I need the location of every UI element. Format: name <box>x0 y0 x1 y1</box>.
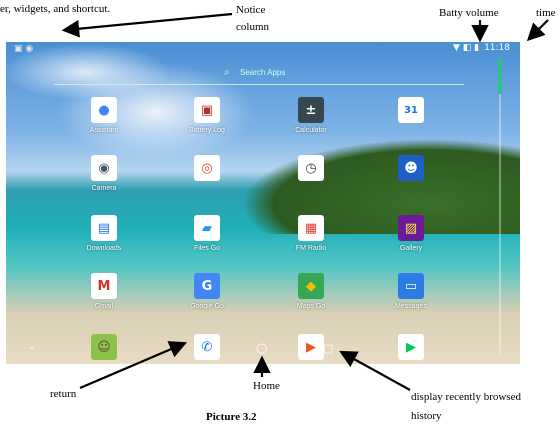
app-icon: ± <box>298 97 324 123</box>
app-icon-item[interactable]: ✆ <box>172 334 242 364</box>
app-icon-item[interactable]: ◆ Maps Go <box>276 273 346 310</box>
app-icon: ● <box>91 97 117 123</box>
app-label: Battery Log <box>189 127 225 134</box>
annotation-battery: Batty volume <box>439 7 499 19</box>
collapse-chevron-icon[interactable]: ⌄ <box>28 342 36 352</box>
annotation-time: time <box>536 7 556 19</box>
app-icon: ▤ <box>91 215 117 241</box>
app-label: Google Go <box>190 303 224 310</box>
app-icon-item[interactable]: ▶ <box>276 334 346 364</box>
app-label: Camera <box>91 185 117 192</box>
annotation-recent-line2: history <box>411 410 442 422</box>
status-time: 11:18 <box>484 43 510 53</box>
app-search-bar[interactable]: ⌕ Search Apps <box>54 64 464 85</box>
app-icon-item[interactable]: ● Assistant <box>69 97 139 134</box>
app-icon-item[interactable]: ▰ Files Go <box>172 215 242 252</box>
arrow-notice <box>61 12 233 38</box>
app-icon: ☺ <box>91 334 117 360</box>
app-icon: ✆ <box>194 334 220 360</box>
app-label: Messages <box>395 303 427 310</box>
annotation-notice-line2: column <box>236 21 269 33</box>
app-icon: M <box>91 273 117 299</box>
app-label: Downloads <box>86 245 122 252</box>
app-icon: ◷ <box>298 155 324 181</box>
app-icon-item[interactable]: ▤ Downloads <box>69 215 139 252</box>
scrollbar-thumb[interactable] <box>498 58 502 94</box>
app-icon: ▦ <box>298 215 324 241</box>
search-placeholder: Search Apps <box>240 68 286 77</box>
app-icon-item[interactable]: M Gmail <box>69 273 139 310</box>
app-label: Assistant <box>89 127 119 134</box>
app-icon: ☻ <box>398 155 424 181</box>
app-icon-item[interactable]: ▶ <box>376 334 446 364</box>
annotation-recent-line1: display recently browsed <box>411 391 521 403</box>
app-icon-item[interactable]: ▣ Battery Log <box>172 97 242 134</box>
app-icon-item[interactable]: ▨ Gallery <box>376 215 446 252</box>
annotation-home: Home <box>253 380 280 392</box>
app-icon-item[interactable]: 31 <box>376 97 446 127</box>
app-icon: ▭ <box>398 273 424 299</box>
app-icon-item[interactable]: ◉ Camera <box>69 155 139 192</box>
notification-icons: ▣ ◉ <box>14 44 34 54</box>
app-icon: 31 <box>398 97 424 123</box>
app-label: FM Radio <box>295 245 327 252</box>
app-icon: ◎ <box>194 155 220 181</box>
app-icon: ▨ <box>398 215 424 241</box>
app-icon-item[interactable]: ± Calculator <box>276 97 346 134</box>
app-icon: G <box>194 273 220 299</box>
app-icon-item[interactable]: ☺ <box>69 334 139 364</box>
app-icon-item[interactable]: G Google Go <box>172 273 242 310</box>
app-icon: ◉ <box>91 155 117 181</box>
scrollbar-track[interactable] <box>499 94 501 354</box>
annotation-notice: Notice column <box>236 2 269 36</box>
app-icon-item[interactable]: ▭ Messages <box>376 273 446 310</box>
status-bar: ▣ ◉ ▼ ◧ ▮ 11:18 <box>6 42 520 56</box>
device-screen: ▣ ◉ ▼ ◧ ▮ 11:18 ⌕ Search Apps ● Assistant… <box>6 42 520 364</box>
app-label: Gmail <box>94 303 114 310</box>
app-icon-item[interactable]: ▦ FM Radio <box>276 215 346 252</box>
app-icon: ▣ <box>194 97 220 123</box>
status-right: ▼ ◧ ▮ 11:18 <box>453 43 510 53</box>
app-icon: ◆ <box>298 273 324 299</box>
app-label: Files Go <box>193 245 221 252</box>
arrow-time <box>526 19 549 42</box>
app-icon: ▶ <box>398 334 424 360</box>
app-label: Gallery <box>399 245 423 252</box>
annotation-notice-line1: Notice <box>236 4 266 16</box>
figure-caption: Picture 3.2 <box>206 411 257 423</box>
annotation-return: return <box>50 388 77 400</box>
app-label: Calculator <box>295 127 327 134</box>
recent-apps-button[interactable]: □ <box>323 342 333 355</box>
annotation-top-left: er, widgets, and shortcut. <box>0 3 111 15</box>
annotation-recent: display recently browsed history <box>411 388 521 426</box>
app-icon: ▶ <box>298 334 324 360</box>
app-icon: ▰ <box>194 215 220 241</box>
app-label: Maps Go <box>296 303 326 310</box>
status-icons: ▼ ◧ ▮ <box>452 43 480 53</box>
app-icon-item[interactable]: ◎ <box>172 155 242 185</box>
search-icon: ⌕ <box>224 67 230 78</box>
home-button[interactable]: ○ <box>256 341 267 356</box>
app-icon-item[interactable]: ☻ <box>376 155 446 185</box>
app-icon-item[interactable]: ◷ <box>276 155 346 185</box>
